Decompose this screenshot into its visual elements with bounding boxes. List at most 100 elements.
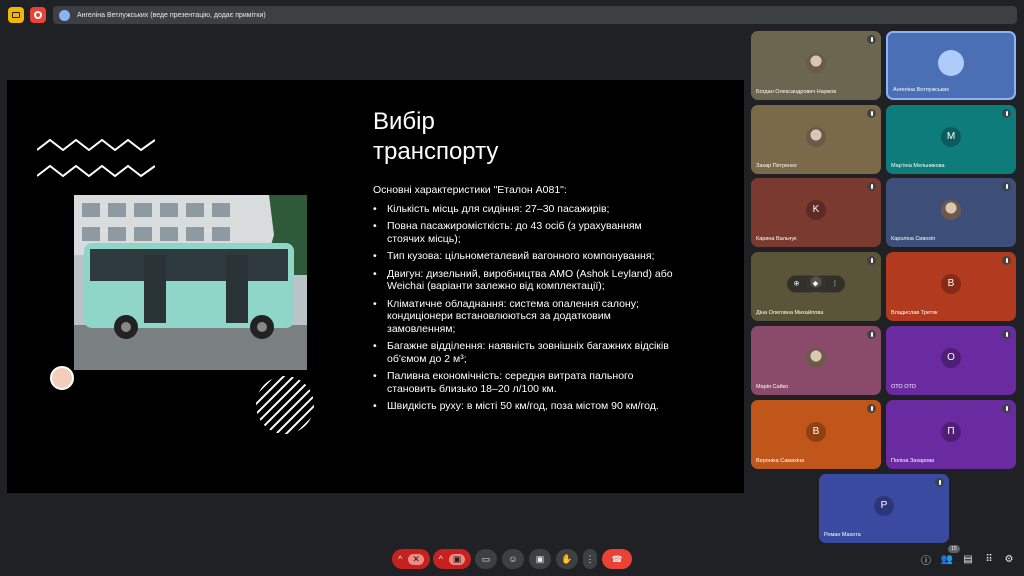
participant-initial: K — [806, 199, 826, 220]
participant-initial: O — [941, 347, 961, 368]
slide-title-line: Вибір — [373, 108, 435, 135]
participant-tile[interactable]: B Владислав Третяк — [886, 252, 1016, 321]
user-avatar-icon — [938, 49, 964, 76]
slide-intro: Основні характеристики "Еталон А081": — [373, 184, 567, 196]
mute-icon[interactable]: ◆ — [813, 280, 818, 288]
presenting-banner: Ангеліна Ветлужських (веде презентацію, … — [53, 6, 1017, 24]
participant-name: Діна Олеговна Михайлова — [756, 310, 824, 316]
mic-muted-icon — [935, 478, 944, 487]
mic-muted-icon — [867, 35, 876, 44]
participant-name: Кароліна Сивохіп — [891, 236, 936, 242]
microphone-toggle-button[interactable]: ^ ✕ — [392, 549, 430, 569]
hatched-circle-decoration — [256, 376, 314, 434]
meet-window: Ангеліна Ветлужських (веде презентацію, … — [0, 0, 1024, 576]
raise-hand-button[interactable]: ✋ — [556, 549, 578, 569]
bullet-item: Кліматичне обладнання: система опалення … — [373, 298, 673, 336]
bullet-item: Швидкість руху: в місті 50 км/год, поза … — [373, 400, 673, 413]
hang-up-icon: ☎ — [611, 553, 623, 564]
participant-name: Поліна Захарова — [891, 458, 935, 464]
reactions-button[interactable]: ☺ — [502, 549, 524, 569]
zigzag-decoration — [37, 164, 155, 178]
zigzag-decoration — [37, 138, 155, 152]
participant-tile[interactable]: П Поліна Захарова — [886, 400, 1016, 469]
participant-avatar — [806, 347, 826, 368]
participant-tile-self[interactable]: Ангеліна Ветлужських — [886, 31, 1016, 100]
participant-tile[interactable]: Кароліна Сивохіп — [886, 178, 1016, 247]
bullet-item: Багажне відділення: наявність зовнішніх … — [373, 340, 673, 365]
slide-title-line: транспорту — [373, 138, 499, 165]
bullet-item: Повна пасажиромісткість: до 43 осіб (з у… — [373, 220, 673, 245]
mic-muted-icon — [1002, 256, 1011, 265]
participant-name: Ангеліна Ветлужських — [893, 87, 950, 93]
people-count-badge: 15 — [948, 545, 960, 553]
participant-tile[interactable]: O ОТО ОТО — [886, 326, 1016, 395]
presentation-slide: Вибір транспорту Основні характеристики … — [7, 80, 744, 493]
camera-off-icon[interactable]: ▣ — [448, 553, 466, 565]
participant-tile[interactable]: M Мар'яна Мельникова — [886, 105, 1016, 174]
participant-name: Мар'яна Мельникова — [891, 163, 945, 169]
more-vert-icon: ⋮ — [585, 553, 595, 564]
participant-tile[interactable]: Марія Сайко — [751, 326, 881, 395]
participant-tile[interactable]: P Роман Махота — [819, 474, 949, 543]
tile-hover-controls[interactable]: ⊕ ◆ ⋮ — [787, 275, 845, 293]
record-icon[interactable] — [30, 7, 46, 23]
participant-avatar — [806, 52, 826, 73]
participant-tile[interactable]: Богдан Олександрович Наумов — [751, 31, 881, 100]
chevron-up-icon[interactable]: ^ — [439, 554, 443, 564]
host-controls-icon[interactable]: ⚙ — [1003, 553, 1015, 565]
participant-name: Марія Сайко — [756, 384, 789, 390]
people-icon[interactable]: 👥 — [941, 553, 953, 565]
info-icon[interactable]: ⓘ — [920, 553, 932, 567]
pin-icon[interactable]: ⊕ — [794, 280, 800, 288]
decorative-circle — [50, 366, 74, 390]
participant-initial: M — [941, 126, 961, 147]
participant-tile[interactable]: K Карина Вальчук — [751, 178, 881, 247]
participant-initial: П — [941, 421, 961, 442]
bullet-item: Паливна економічність: середня витрата п… — [373, 370, 673, 395]
participant-initial: B — [806, 421, 826, 442]
bus-photo — [74, 195, 307, 370]
presenter-avatar — [59, 9, 70, 21]
hand-icon: ✋ — [561, 553, 573, 564]
participant-avatar — [941, 199, 961, 220]
participant-name: Богдан Олександрович Наумов — [756, 89, 837, 95]
slide-title: Вибір транспорту — [373, 107, 498, 167]
emoji-icon: ☺ — [508, 554, 518, 564]
mic-muted-icon — [1002, 182, 1011, 191]
participant-name: Владислав Третяк — [891, 310, 938, 316]
bullet-list: Кількість місць для сидіння: 27–30 пасаж… — [373, 203, 673, 413]
present-icon: ▣ — [535, 553, 545, 564]
mic-muted-icon — [1002, 330, 1011, 339]
presenting-text: Ангеліна Ветлужських (веде презентацію, … — [77, 11, 266, 19]
camera-toggle-button[interactable]: ^ ▣ — [433, 549, 471, 569]
participant-name: ОТО ОТО — [891, 384, 916, 390]
participant-tile[interactable]: ⊕ ◆ ⋮ Діна Олеговна Михайлова — [751, 252, 881, 321]
captions-button[interactable]: ▭ — [475, 549, 497, 569]
captions-icon: ▭ — [481, 553, 491, 564]
mic-muted-icon — [1002, 404, 1011, 413]
chevron-up-icon[interactable]: ^ — [398, 554, 402, 564]
participant-name: Вероніка Самахіна — [756, 458, 805, 464]
leave-call-button[interactable]: ☎ — [602, 549, 632, 569]
mic-off-icon[interactable]: ✕ — [408, 553, 424, 565]
participant-avatar — [806, 126, 826, 147]
participant-tile[interactable]: B Вероніка Самахіна — [751, 400, 881, 469]
participant-name: Захар Петренко — [756, 163, 797, 169]
bullet-item: Двигун: дизельний, виробництва АМО (Asho… — [373, 268, 673, 293]
participant-initial: B — [941, 273, 961, 294]
bullet-item: Кількість місць для сидіння: 27–30 пасаж… — [373, 203, 673, 216]
activities-icon[interactable]: ⠿ — [983, 553, 995, 565]
pin-presentation-icon[interactable] — [8, 7, 24, 23]
mic-muted-icon — [867, 256, 876, 265]
participant-initial: P — [874, 495, 894, 516]
present-screen-button[interactable]: ▣ — [529, 549, 551, 569]
slide-body: Основні характеристики "Еталон А081": Кі… — [373, 184, 673, 418]
mic-muted-icon — [867, 404, 876, 413]
more-options-button[interactable]: ⋮ — [583, 549, 597, 569]
bullet-item: Тип кузова: цільнометалевий вагонного ко… — [373, 250, 673, 263]
participant-name: Карина Вальчук — [756, 236, 797, 242]
chat-icon[interactable]: ▤ — [962, 553, 974, 565]
participant-tile[interactable]: Захар Петренко — [751, 105, 881, 174]
more-options-icon[interactable]: ⋮ — [831, 280, 838, 288]
mic-muted-icon — [1002, 109, 1011, 118]
